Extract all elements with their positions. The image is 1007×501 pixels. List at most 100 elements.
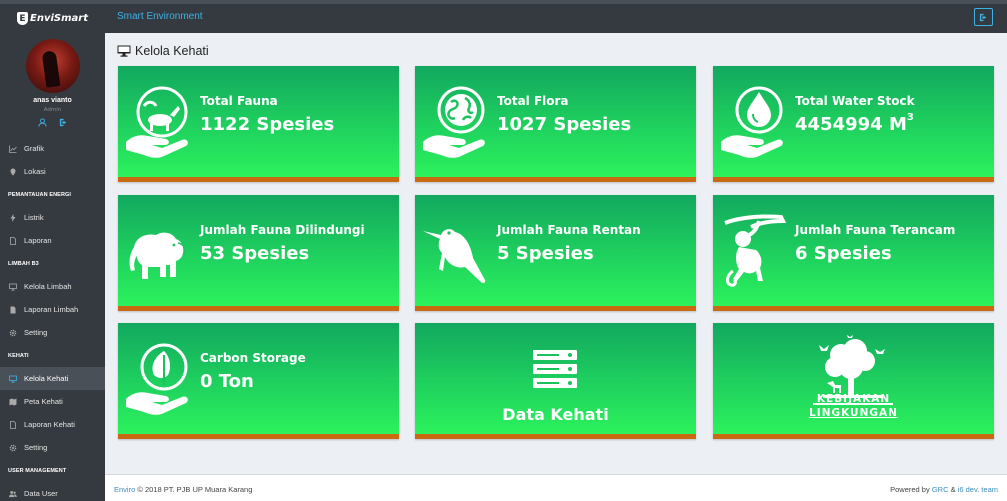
file-icon: [9, 236, 17, 245]
fauna-globe-hand-icon: [126, 86, 188, 158]
sidebar-item-label: Grafik: [24, 144, 45, 153]
user-name: anas vianto: [33, 97, 72, 104]
sidebar-item-label: Laporan Kehati: [24, 420, 75, 429]
card-value: 5 Spesies: [497, 243, 594, 264]
card-total-fauna[interactable]: Total Fauna 1122 Spesies: [118, 66, 399, 182]
server-icon: [533, 350, 577, 388]
sidebar-item-label: Setting: [24, 328, 48, 337]
app-logo[interactable]: E EnviSmart: [0, 4, 105, 33]
monitor-icon: [9, 283, 17, 291]
menu-header-user-management: USER MANAGEMENT: [8, 467, 67, 474]
monitor-icon: [9, 375, 17, 383]
sidebar-item-setting-kehati[interactable]: Setting: [0, 436, 105, 459]
user-role: Admin: [43, 107, 62, 113]
sidebar-item-label: Setting: [24, 443, 48, 452]
card-value: 6 Spesies: [795, 243, 892, 264]
gear-icon: [9, 444, 17, 452]
file-icon: [9, 306, 17, 314]
card-fauna-terancam[interactable]: Jumlah Fauna Terancam 6 Spesies: [713, 195, 994, 311]
monkey-icon: [724, 214, 787, 287]
top-bar: E EnviSmart Smart Environment: [0, 0, 1007, 33]
chart-icon: [9, 145, 17, 153]
footer-right: Powered by GRC & i6 dev. team: [890, 485, 998, 494]
card-title: Total Fauna: [200, 94, 278, 108]
card-value: 1027 Spesies: [497, 114, 632, 135]
sidebar-item-label: Data User: [24, 489, 58, 498]
sign-out-icon: [979, 13, 987, 21]
footer-amp: &: [950, 485, 956, 494]
kebijakan-line1: KEBIJAKAN: [816, 393, 891, 405]
users-icon: [9, 490, 17, 498]
sidebar-item-label: Kelola Kehati: [24, 374, 69, 383]
footer-grc-link[interactable]: GRC: [932, 485, 949, 494]
sidebar-item-lokasi[interactable]: Lokasi: [0, 160, 105, 183]
card-fauna-dilindungi[interactable]: Jumlah Fauna Dilindungi 53 Spesies: [118, 195, 399, 311]
logout-icon[interactable]: [59, 118, 68, 127]
card-value-text: 4454994 M: [795, 114, 907, 135]
card-total-flora[interactable]: Total Flora 1027 Spesies: [415, 66, 696, 182]
sidebar-item-setting-limbah[interactable]: Setting: [0, 321, 105, 344]
elephant-icon: [129, 232, 186, 279]
sidebar-item-data-user[interactable]: Data User: [0, 482, 105, 501]
logo-mark-icon: E: [17, 12, 28, 25]
logo-text: EnviSmart: [30, 13, 88, 24]
user-panel: anas vianto Admin: [0, 33, 105, 137]
card-value-sup: 3: [906, 112, 914, 123]
sidebar-item-grafik[interactable]: Grafik: [0, 137, 105, 160]
page-title: Kelola Kehati: [117, 44, 209, 58]
footer: Enviro © 2018 PT. PJB UP Muara Karang Po…: [105, 474, 1007, 501]
sidebar-item-label: Lokasi: [24, 167, 46, 176]
footer-left: Enviro © 2018 PT. PJB UP Muara Karang: [114, 485, 252, 494]
user-actions: [0, 118, 105, 127]
card-title: Jumlah Fauna Dilindungi: [200, 223, 365, 237]
card-title: Total Water Stock: [795, 94, 915, 108]
location-icon: [9, 168, 17, 176]
sidebar-item-kelola-kehati[interactable]: Kelola Kehati: [0, 367, 105, 390]
card-value: 0 Ton: [200, 371, 254, 392]
sidebar-item-label: Peta Kehati: [24, 397, 63, 406]
sidebar-item-listrik[interactable]: Listrik: [0, 206, 105, 229]
card-title: Jumlah Fauna Rentan: [497, 223, 641, 237]
avatar: [25, 39, 80, 93]
sidebar-item-label: Kelola Limbah: [24, 282, 72, 291]
bolt-icon: [9, 213, 17, 222]
card-title: Data Kehati: [502, 405, 609, 424]
card-carbon-storage[interactable]: Carbon Storage 0 Ton: [118, 323, 399, 439]
card-title: Carbon Storage: [200, 351, 306, 365]
card-value: 53 Spesies: [200, 243, 310, 264]
footer-brand-link[interactable]: Enviro: [114, 485, 135, 494]
footer-powered-by: Powered by: [890, 485, 930, 494]
earth-hand-icon: [423, 86, 485, 158]
card-data-kehati[interactable]: Data Kehati: [415, 323, 696, 439]
menu-header-limbah-b3: LIMBAH B3: [8, 260, 39, 267]
card-total-water-stock[interactable]: Total Water Stock 4454994 M3: [713, 66, 994, 182]
app-title: Smart Environment: [117, 11, 203, 22]
logout-button[interactable]: [974, 8, 993, 26]
map-icon: [9, 398, 17, 406]
leaf-hand-icon: [126, 343, 188, 415]
page-title-text: Kelola Kehati: [135, 44, 209, 58]
sidebar-item-laporan[interactable]: Laporan: [0, 229, 105, 252]
gear-icon: [9, 329, 17, 337]
sidebar-item-laporan-kehati[interactable]: Laporan Kehati: [0, 413, 105, 436]
menu-header-pemantauan-energi: PEMANTAUAN ENERGI: [8, 191, 72, 198]
card-value: 4454994 M3: [795, 112, 914, 135]
sidebar-item-kelola-limbah[interactable]: Kelola Limbah: [0, 275, 105, 298]
sidebar: anas vianto Admin Grafik Lokasi PEMANTAU…: [0, 33, 105, 501]
sidebar-item-label: Laporan Limbah: [24, 305, 79, 314]
desktop-icon: [117, 45, 131, 57]
water-drop-hand-icon: [721, 86, 783, 158]
sidebar-item-label: Laporan: [24, 236, 52, 245]
profile-icon[interactable]: [37, 118, 47, 127]
sidebar-item-laporan-limbah[interactable]: Laporan Limbah: [0, 298, 105, 321]
footer-copyright: © 2018 PT. PJB UP Muara Karang: [137, 485, 253, 494]
footer-dev-team-link[interactable]: i6 dev. team: [958, 485, 998, 494]
kebijakan-line2: LINGKUNGAN: [809, 407, 898, 419]
card-value: 1122 Spesies: [200, 114, 335, 135]
kingfisher-icon: [423, 229, 486, 284]
card-title: Total Flora: [497, 94, 569, 108]
sidebar-item-peta-kehati[interactable]: Peta Kehati: [0, 390, 105, 413]
card-kebijakan-lingkungan[interactable]: KEBIJAKAN LINGKUNGAN: [713, 323, 994, 439]
card-fauna-rentan[interactable]: Jumlah Fauna Rentan 5 Spesies: [415, 195, 696, 311]
card-title: Jumlah Fauna Terancam: [795, 223, 956, 237]
